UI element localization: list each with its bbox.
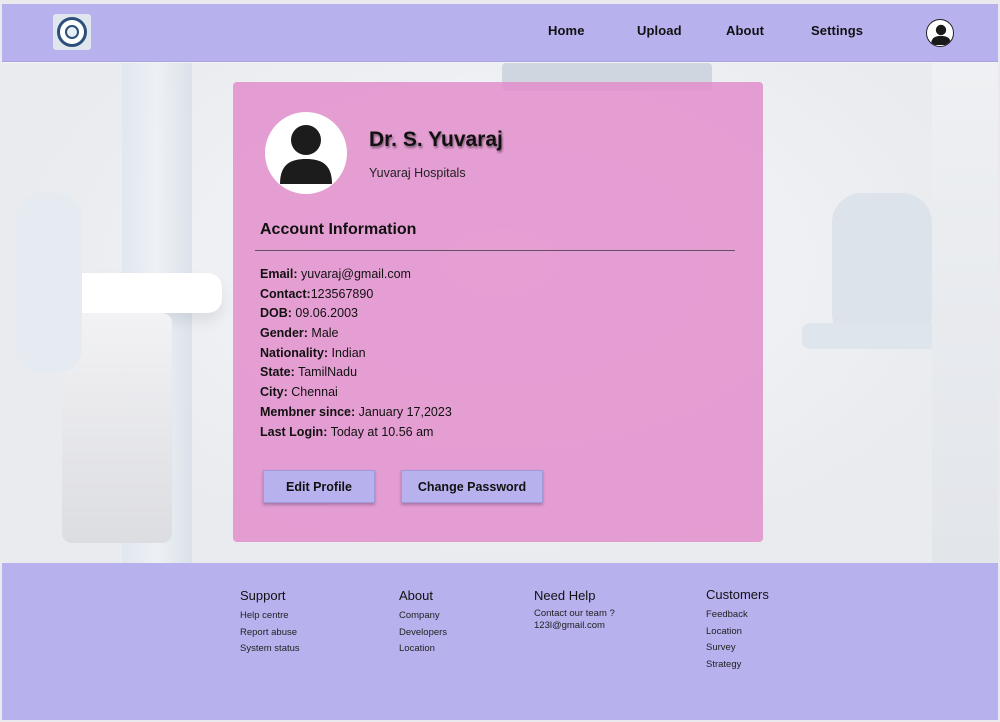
nav-home[interactable]: Home [548,23,585,38]
info-state: State: TamilNadu [260,365,358,380]
footer-link[interactable]: Location [706,624,769,641]
change-password-button[interactable]: Change Password [401,470,543,503]
footer-help-title: Need Help [534,588,596,603]
chair-right [832,193,932,343]
account-info-list: Email: yuvaraj@gmail.com Contact:1235678… [260,267,452,444]
app-frame: Home Upload About Settings Dr. S. Yuvara… [2,4,998,720]
footer-need-help: Need Help Contact our team ? 123l@gmail.… [534,588,615,631]
logo-emblem-icon [57,17,87,47]
user-avatar-icon[interactable] [926,19,954,47]
info-nationality: Nationality: Indian [260,345,366,360]
footer: Support Help centre Report abuse System … [2,563,998,720]
profile-card: Dr. S. Yuvaraj Yuvaraj Hospitals Account… [233,82,763,542]
cabinet-right [932,63,998,563]
hospital-name: Yuvaraj Hospitals [369,166,466,180]
footer-link[interactable]: System status [240,641,300,658]
footer-link[interactable]: Developers [399,625,447,642]
footer-support-title: Support [240,588,286,603]
profile-avatar-icon [265,112,347,194]
hero-background: Dr. S. Yuvaraj Yuvaraj Hospitals Account… [2,63,998,563]
info-city: City: Chennai [260,385,338,400]
chair-right-seat [802,323,952,349]
footer-link[interactable]: Strategy [706,657,769,674]
footer-email-link[interactable]: 123l@gmail.com [534,620,615,632]
info-contact: Contact:123567890 [260,286,374,301]
footer-contact-link[interactable]: Contact our team ? [534,608,615,620]
footer-link[interactable]: Survey [706,640,769,657]
footer-customers: Customers Feedback Location Survey Strat… [706,587,769,673]
footer-about: About Company Developers Location [399,588,447,658]
doctor-name: Dr. S. Yuvaraj [369,128,503,151]
footer-about-title: About [399,588,433,603]
info-email: Email: yuvaraj@gmail.com [260,267,411,281]
hospital-logo[interactable] [53,14,91,50]
footer-link[interactable]: Location [399,641,447,658]
section-divider [255,250,735,251]
chair-left [16,193,82,373]
info-last-login: Last Login: Today at 10.56 am [260,424,434,439]
account-info-title: Account Information [260,221,417,238]
nav-upload[interactable]: Upload [637,23,682,38]
info-member-since: Membner since: January 17,2023 [260,404,452,419]
nav-settings[interactable]: Settings [811,23,863,38]
footer-link[interactable]: Report abuse [240,625,300,642]
info-dob: DOB: 09.06.2003 [260,306,358,321]
top-navbar: Home Upload About Settings [2,4,998,62]
info-gender: Gender: Male [260,326,339,341]
footer-support: Support Help centre Report abuse System … [240,588,300,658]
footer-link[interactable]: Company [399,608,447,625]
footer-customers-title: Customers [706,587,769,602]
footer-link[interactable]: Help centre [240,608,300,625]
nav-about[interactable]: About [726,23,764,38]
edit-profile-button[interactable]: Edit Profile [263,470,375,503]
footer-link[interactable]: Feedback [706,607,769,624]
